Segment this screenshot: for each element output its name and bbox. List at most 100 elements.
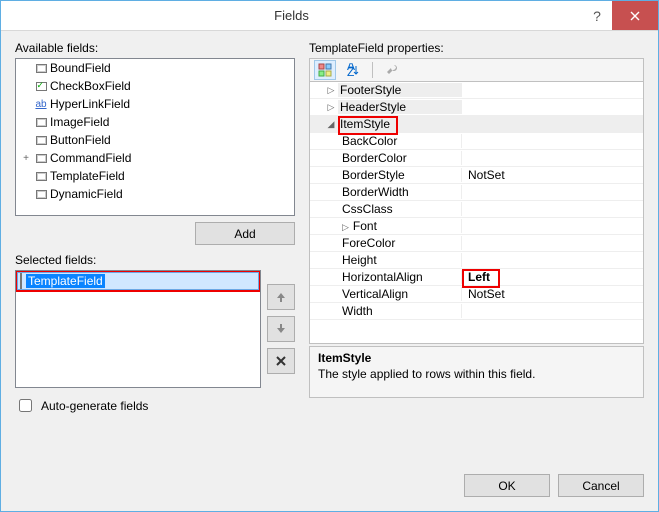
auto-generate-row[interactable]: Auto-generate fields bbox=[15, 396, 295, 415]
property-name: BackColor bbox=[324, 134, 462, 148]
field-label: CommandField bbox=[50, 151, 131, 165]
property-row[interactable]: ▷FooterStyle bbox=[310, 82, 643, 99]
window-title: Fields bbox=[1, 1, 582, 30]
description-title: ItemStyle bbox=[318, 351, 635, 365]
template-field-icon bbox=[20, 274, 22, 288]
property-name: ▷Font bbox=[324, 219, 462, 233]
property-row[interactable]: BorderStyleNotSet bbox=[310, 167, 643, 184]
property-name: VerticalAlign bbox=[324, 287, 462, 301]
selected-fields-label: Selected fields: bbox=[15, 253, 295, 267]
box-icon bbox=[34, 152, 48, 164]
property-row[interactable]: BorderWidth bbox=[310, 184, 643, 201]
property-row[interactable]: HorizontalAlignLeft bbox=[310, 269, 643, 286]
property-toolbar: AZ bbox=[309, 58, 644, 82]
box-icon bbox=[34, 170, 48, 182]
property-grid[interactable]: ▷FooterStyle▷HeaderStyle◢ItemStyleBackCo… bbox=[309, 82, 644, 344]
box-icon bbox=[34, 134, 48, 146]
description-text: The style applied to rows within this fi… bbox=[318, 367, 635, 381]
property-row[interactable]: BackColor bbox=[310, 133, 643, 150]
available-field-item[interactable]: ButtonField bbox=[16, 131, 294, 149]
available-field-item[interactable]: + CommandField bbox=[16, 149, 294, 167]
reorder-buttons bbox=[267, 284, 295, 388]
properties-label: TemplateField properties: bbox=[309, 41, 644, 55]
property-row[interactable]: ▷HeaderStyle bbox=[310, 99, 643, 116]
available-field-item[interactable]: abHyperLinkField bbox=[16, 95, 294, 113]
selected-fields-list[interactable]: TemplateField bbox=[15, 270, 261, 388]
property-name: HeaderStyle bbox=[338, 100, 462, 114]
help-button[interactable]: ? bbox=[582, 1, 612, 30]
alphabetical-icon: AZ bbox=[346, 63, 360, 77]
box-icon bbox=[34, 62, 48, 74]
available-field-item[interactable]: BoundField bbox=[16, 59, 294, 77]
property-name: BorderStyle bbox=[324, 168, 462, 182]
add-row: Add bbox=[15, 216, 295, 253]
field-label: BoundField bbox=[50, 61, 111, 75]
available-field-item[interactable]: CheckBoxField bbox=[16, 77, 294, 95]
arrow-up-icon bbox=[275, 291, 287, 303]
available-fields-list[interactable]: BoundFieldCheckBoxFieldabHyperLinkFieldI… bbox=[15, 58, 295, 216]
field-label: DynamicField bbox=[50, 187, 123, 201]
property-name: BorderWidth bbox=[324, 185, 462, 199]
svg-text:Z: Z bbox=[347, 65, 354, 77]
property-name: FooterStyle bbox=[338, 83, 462, 97]
link-icon: ab bbox=[34, 98, 48, 110]
close-icon bbox=[630, 11, 640, 21]
property-row[interactable]: BorderColor bbox=[310, 150, 643, 167]
expand-toggle[interactable]: ▷ bbox=[324, 102, 338, 113]
property-value[interactable]: NotSet bbox=[462, 168, 643, 182]
property-name: HorizontalAlign bbox=[324, 270, 462, 284]
property-row[interactable]: Width bbox=[310, 303, 643, 320]
property-name: CssClass bbox=[324, 202, 462, 216]
expand-toggle[interactable]: ◢ bbox=[324, 119, 338, 130]
available-field-item[interactable]: DynamicField bbox=[16, 185, 294, 203]
property-row[interactable]: ◢ItemStyle bbox=[310, 116, 643, 133]
selected-item-templatefield[interactable]: TemplateField bbox=[17, 272, 259, 290]
alphabetical-button[interactable]: AZ bbox=[342, 60, 364, 80]
close-button[interactable] bbox=[612, 1, 658, 30]
delete-button[interactable] bbox=[267, 348, 295, 374]
toolbar-separator bbox=[372, 62, 373, 78]
field-label: ImageField bbox=[50, 115, 109, 129]
left-column: Available fields: BoundField CheckBoxFiel… bbox=[15, 41, 295, 460]
available-field-item[interactable]: TemplateField bbox=[16, 167, 294, 185]
property-name: ForeColor bbox=[324, 236, 462, 250]
cancel-button[interactable]: Cancel bbox=[558, 474, 644, 497]
right-column: TemplateField properties: AZ ▷FooterStyl… bbox=[309, 41, 644, 460]
property-value[interactable]: NotSet bbox=[462, 287, 643, 301]
auto-generate-label: Auto-generate fields bbox=[41, 399, 148, 413]
field-label: CheckBoxField bbox=[50, 79, 131, 93]
property-value[interactable]: Left bbox=[462, 270, 643, 284]
property-name: BorderColor bbox=[324, 151, 462, 165]
property-row[interactable]: ForeColor bbox=[310, 235, 643, 252]
property-row[interactable]: Height bbox=[310, 252, 643, 269]
add-button[interactable]: Add bbox=[195, 222, 295, 245]
auto-generate-checkbox[interactable] bbox=[19, 399, 32, 412]
arrow-down-icon bbox=[275, 323, 287, 335]
property-row[interactable]: ▷Font bbox=[310, 218, 643, 235]
property-row[interactable]: VerticalAlignNotSet bbox=[310, 286, 643, 303]
chk-icon bbox=[34, 80, 48, 92]
categorized-button[interactable] bbox=[314, 60, 336, 80]
property-name: Width bbox=[324, 304, 462, 318]
ok-button[interactable]: OK bbox=[464, 474, 550, 497]
available-field-item[interactable]: ImageField bbox=[16, 113, 294, 131]
selected-row: TemplateField bbox=[15, 270, 295, 388]
field-label: HyperLinkField bbox=[50, 97, 130, 111]
expand-toggle[interactable]: ▷ bbox=[324, 85, 338, 96]
dialog-content: Available fields: BoundField CheckBoxFiel… bbox=[1, 31, 658, 464]
property-description: ItemStyle The style applied to rows with… bbox=[309, 346, 644, 398]
selected-item-label: TemplateField bbox=[26, 274, 105, 288]
window-buttons: ? bbox=[582, 1, 658, 30]
property-pages-button[interactable] bbox=[381, 60, 403, 80]
field-label: TemplateField bbox=[50, 169, 125, 183]
wrench-icon bbox=[385, 63, 399, 77]
categorized-icon bbox=[318, 63, 332, 77]
move-down-button[interactable] bbox=[267, 316, 295, 342]
dialog-footer: OK Cancel bbox=[1, 464, 658, 511]
property-name: ItemStyle bbox=[338, 117, 462, 131]
available-fields-label: Available fields: bbox=[15, 41, 295, 55]
move-up-button[interactable] bbox=[267, 284, 295, 310]
expand-toggle[interactable]: + bbox=[20, 153, 32, 164]
delete-icon bbox=[276, 356, 286, 366]
property-row[interactable]: CssClass bbox=[310, 201, 643, 218]
